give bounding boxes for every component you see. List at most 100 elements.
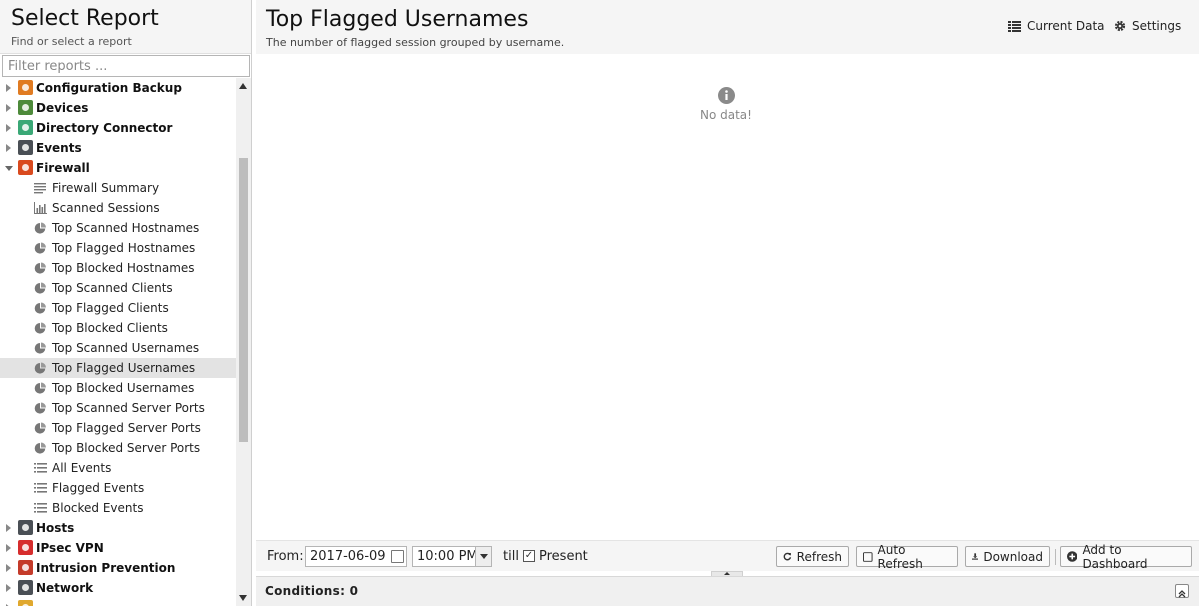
download-icon xyxy=(972,553,979,560)
firewall-icon xyxy=(18,160,33,175)
bar-chart-icon xyxy=(34,202,47,214)
ipsec-vpn-icon xyxy=(18,540,33,555)
conditions-panel-header[interactable]: Conditions: 0 xyxy=(256,576,1199,606)
directory-connector-icon xyxy=(18,120,33,135)
tree-report-item[interactable]: Top Scanned Server Ports xyxy=(0,398,236,418)
scrollbar-thumb[interactable] xyxy=(239,158,248,442)
tree-report-item[interactable]: Top Blocked Server Ports xyxy=(0,438,236,458)
expand-arrow-right-icon[interactable] xyxy=(6,104,11,112)
tree-report-label: Top Scanned Server Ports xyxy=(52,401,205,415)
tree-category[interactable]: Directory Connector xyxy=(0,118,236,138)
tree-category-label: IPsec VPN xyxy=(36,541,104,555)
tree-report-item[interactable]: Top Flagged Clients xyxy=(0,298,236,318)
expand-arrow-right-icon[interactable] xyxy=(6,124,11,132)
tree-report-item[interactable]: Top Flagged Server Ports xyxy=(0,418,236,438)
scroll-up-arrow-icon[interactable] xyxy=(239,83,247,89)
tree-report-item[interactable]: Top Flagged Usernames xyxy=(0,358,236,378)
tree-report-item[interactable]: Top Blocked Hostnames xyxy=(0,258,236,278)
tree-report-label: Blocked Events xyxy=(52,501,144,515)
gear-icon xyxy=(1114,20,1126,32)
tree-report-item[interactable]: All Events xyxy=(0,458,236,478)
tree-report-item[interactable]: Top Scanned Hostnames xyxy=(0,218,236,238)
download-label: Download xyxy=(983,549,1043,564)
expand-chevron-icon[interactable] xyxy=(1175,584,1189,598)
auto-refresh-button[interactable]: Auto Refresh xyxy=(856,543,958,571)
tree-report-label: Top Blocked Clients xyxy=(52,321,168,335)
tree-report-label: Top Scanned Hostnames xyxy=(52,221,200,235)
auto-refresh-label: Auto Refresh xyxy=(877,542,923,571)
tree-category[interactable] xyxy=(0,598,236,606)
tree-category[interactable]: Devices xyxy=(0,98,236,118)
from-label: From: xyxy=(267,549,304,564)
table-list-icon xyxy=(1008,20,1021,32)
tree-report-item[interactable]: Scanned Sessions xyxy=(0,198,236,218)
pie-chart-icon xyxy=(34,242,47,254)
settings-button[interactable]: Settings xyxy=(1114,19,1181,33)
list-icon xyxy=(34,462,47,474)
tree-report-item[interactable]: Flagged Events xyxy=(0,478,236,498)
tree-report-label: Flagged Events xyxy=(52,481,145,495)
expand-arrow-right-icon[interactable] xyxy=(6,84,11,92)
devices-icon xyxy=(18,100,33,115)
tree-report-label: All Events xyxy=(52,461,112,475)
add-to-dashboard-button[interactable]: Add to Dashboard xyxy=(1060,543,1192,571)
plus-circle-icon xyxy=(1067,551,1078,562)
checkbox-empty-icon xyxy=(863,551,873,562)
tree-category[interactable]: Hosts xyxy=(0,518,236,538)
pie-chart-icon xyxy=(34,322,47,334)
tree-report-item[interactable]: Firewall Summary xyxy=(0,178,236,198)
expand-arrow-right-icon[interactable] xyxy=(6,524,11,532)
scroll-down-arrow-icon[interactable] xyxy=(239,595,247,601)
filter-reports-input[interactable] xyxy=(2,55,250,77)
tree-report-label: Top Blocked Server Ports xyxy=(52,441,201,455)
expand-arrow-right-icon[interactable] xyxy=(6,564,11,572)
text-lines-icon xyxy=(34,182,47,194)
tree-report-item[interactable]: Top Blocked Clients xyxy=(0,318,236,338)
tree-report-label: Top Scanned Usernames xyxy=(52,341,200,355)
tree-report-item[interactable]: Top Scanned Usernames xyxy=(0,338,236,358)
tree-category-label: Firewall xyxy=(36,161,90,175)
no-data-text: No data! xyxy=(700,108,752,122)
config-backup-icon xyxy=(18,80,33,95)
tree-category-label: Directory Connector xyxy=(36,121,173,135)
tree-category[interactable]: Network xyxy=(0,578,236,598)
expand-arrow-right-icon[interactable] xyxy=(6,584,11,592)
refresh-button[interactable]: Refresh xyxy=(776,546,849,567)
expand-arrow-right-icon[interactable] xyxy=(6,144,11,152)
list-icon xyxy=(34,502,47,514)
refresh-label: Refresh xyxy=(796,549,842,564)
pie-chart-icon xyxy=(34,402,47,414)
double-chevron-up-icon xyxy=(1178,590,1186,598)
tree-category-label: Configuration Backup xyxy=(36,81,182,95)
start-date-field[interactable]: 2017-06-09 xyxy=(305,546,407,567)
tree-category[interactable]: Configuration Backup xyxy=(0,78,236,98)
expand-arrow-right-icon[interactable] xyxy=(6,544,11,552)
tree-report-item[interactable]: Blocked Events xyxy=(0,498,236,518)
openvpn-icon xyxy=(18,600,33,606)
pie-chart-icon xyxy=(34,262,47,274)
tree-category[interactable]: Intrusion Prevention xyxy=(0,558,236,578)
present-checkbox[interactable]: ✓ xyxy=(523,550,535,562)
report-title: Top Flagged Usernames xyxy=(266,7,529,32)
current-data-button[interactable]: Current Data xyxy=(1008,19,1105,33)
report-view: Top Flagged Usernames The number of flag… xyxy=(256,0,1199,606)
tree-report-item[interactable]: Top Flagged Hostnames xyxy=(0,238,236,258)
tree-category-label: Devices xyxy=(36,101,89,115)
start-time-field[interactable]: 10:00 PM xyxy=(412,546,492,567)
tree-category[interactable]: Firewall xyxy=(0,158,236,178)
tree-category[interactable]: Events xyxy=(0,138,236,158)
tree-report-label: Top Blocked Usernames xyxy=(52,381,195,395)
time-dropdown-icon[interactable] xyxy=(475,547,491,566)
pie-chart-icon xyxy=(34,422,47,434)
pie-chart-icon xyxy=(34,342,47,354)
calendar-icon[interactable] xyxy=(391,550,404,563)
tree-report-item[interactable]: Top Blocked Usernames xyxy=(0,378,236,398)
present-label[interactable]: Present xyxy=(539,549,588,564)
tree-report-item[interactable]: Top Scanned Clients xyxy=(0,278,236,298)
expand-arrow-down-icon[interactable] xyxy=(5,166,13,171)
tree-category[interactable]: IPsec VPN xyxy=(0,538,236,558)
tree-scrollbar[interactable] xyxy=(236,78,251,606)
tree-report-label: Top Flagged Server Ports xyxy=(52,421,201,435)
download-button[interactable]: Download xyxy=(965,546,1050,567)
list-icon xyxy=(34,482,47,494)
